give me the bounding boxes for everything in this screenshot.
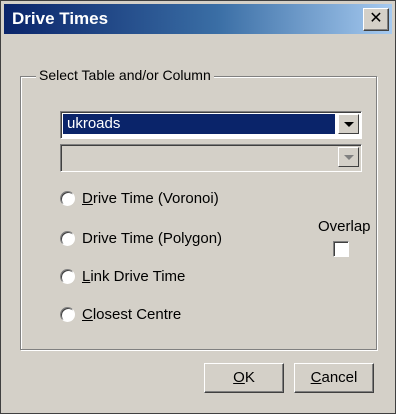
chevron-down-icon[interactable] xyxy=(338,114,359,134)
radio-button[interactable] xyxy=(60,269,75,284)
table-combo-value: ukroads xyxy=(63,114,335,134)
cancel-button[interactable]: Cancel xyxy=(294,363,374,393)
radio-label: Closest Centre xyxy=(82,306,182,323)
overlap-checkbox[interactable] xyxy=(333,241,349,257)
ok-button[interactable]: OK xyxy=(204,363,284,393)
title-bar[interactable]: Drive Times ✕ xyxy=(4,4,392,34)
radio-button[interactable] xyxy=(60,231,75,246)
radio-label: Drive Time (Voronoi) xyxy=(82,190,219,207)
close-icon: ✕ xyxy=(369,10,383,27)
overlap-label: Overlap xyxy=(318,218,371,235)
table-combo[interactable]: ukroads xyxy=(60,111,362,139)
radio-button[interactable] xyxy=(60,307,75,322)
close-button[interactable]: ✕ xyxy=(363,8,389,31)
radio-label: Drive Time (Polygon) xyxy=(82,230,223,247)
radio-label: Link Drive Time xyxy=(82,268,186,285)
group-label: Select Table and/or Column xyxy=(36,67,214,83)
dialog-title: Drive Times xyxy=(12,9,109,28)
column-combo xyxy=(60,144,362,172)
radio-button[interactable] xyxy=(60,191,75,206)
chevron-down-icon xyxy=(338,147,359,167)
